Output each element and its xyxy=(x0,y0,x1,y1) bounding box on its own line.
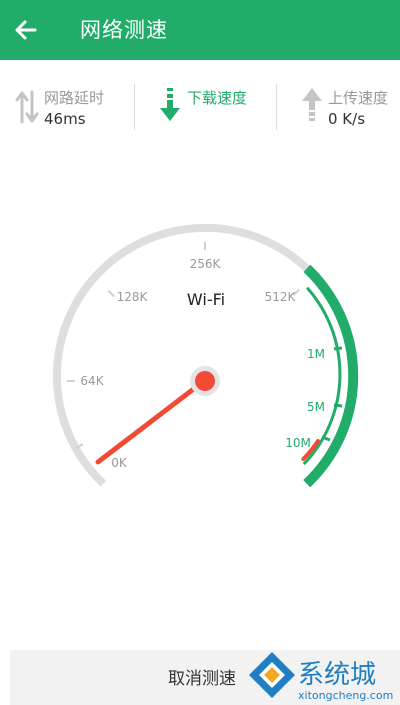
stat-download[interactable]: 下载速度 xyxy=(135,60,275,142)
tick-mark xyxy=(333,346,343,351)
stats-divider xyxy=(276,84,277,130)
watermark-text: 系统城 xyxy=(298,660,377,690)
speed-gauge: 0K 64K 128K 256K 512K 1M 5M 10M Wi-Fi xyxy=(52,223,359,488)
gauge-tick-label: 64K xyxy=(80,374,104,388)
up-down-arrows-icon xyxy=(15,90,39,124)
gauge-hub xyxy=(195,371,215,391)
upload-value: 0 K/s xyxy=(328,110,366,128)
download-label: 下载速度 xyxy=(187,89,248,107)
watermark-url: xitongcheng.com xyxy=(298,689,394,702)
stat-latency[interactable]: 网路延时 46ms xyxy=(0,60,134,142)
upload-arrow-icon xyxy=(302,88,322,121)
gauge-tick-label: 512K xyxy=(265,290,297,304)
gauge-track xyxy=(52,223,310,487)
gauge-tick-label: 256K xyxy=(190,257,222,271)
stats-divider xyxy=(134,84,135,130)
gauge-tick-label: 10M xyxy=(285,436,311,450)
page-title: 网络测速 xyxy=(80,18,168,42)
stat-upload[interactable]: 上传速度 0 K/s xyxy=(277,60,400,142)
gauge-needle xyxy=(95,378,207,465)
gauge-tick-label: 5M xyxy=(307,400,325,414)
latency-label: 网路延时 xyxy=(44,89,105,107)
download-arrow-icon xyxy=(160,88,180,121)
arrow-left-icon[interactable] xyxy=(10,14,42,46)
stats-bar: 网路延时 46ms 下载速度 上传速度 0 K/s xyxy=(0,60,400,142)
cancel-test-button[interactable]: 取消测速 xyxy=(168,664,236,689)
latency-value: 46ms xyxy=(44,110,86,128)
tick-mark xyxy=(107,290,115,298)
upload-label: 上传速度 xyxy=(328,89,389,107)
network-type-label: Wi-Fi xyxy=(187,290,225,309)
app-bar: 网络测速 xyxy=(0,0,400,60)
gauge-tick-label: 1M xyxy=(307,347,325,361)
gauge-tick-label: 0K xyxy=(111,456,128,470)
gauge-tick-label: 128K xyxy=(117,290,149,304)
tick-mark xyxy=(333,403,343,408)
